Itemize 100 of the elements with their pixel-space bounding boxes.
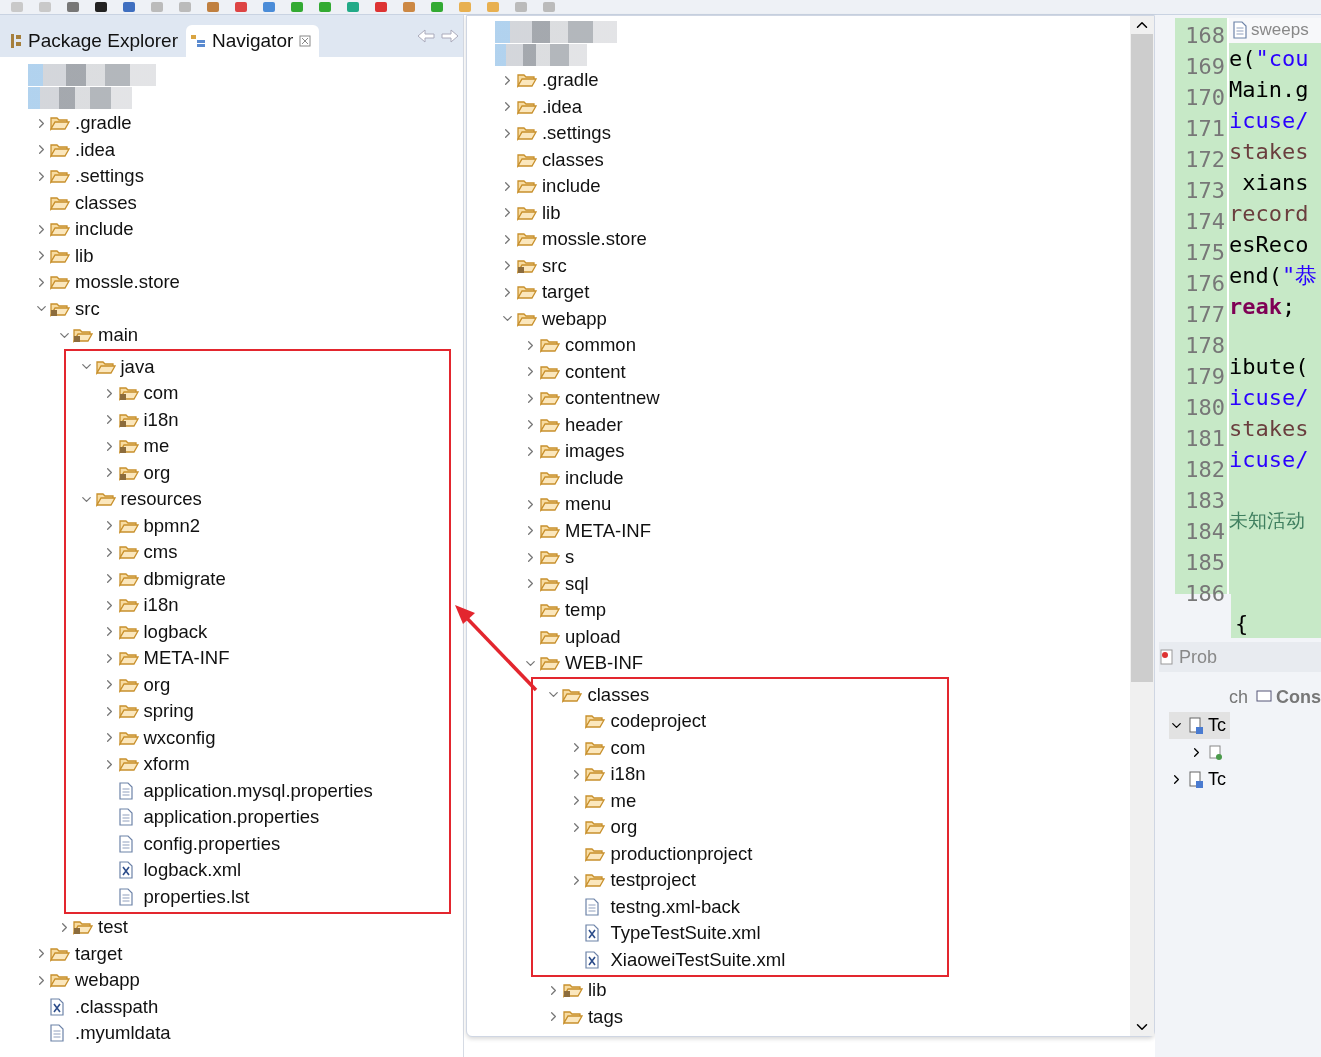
- tree-item[interactable]: properties.lst: [100, 883, 254, 910]
- tree-item[interactable]: xform: [100, 751, 194, 778]
- tree-item[interactable]: i18n: [567, 761, 650, 788]
- tree-item[interactable]: header: [522, 411, 627, 438]
- tree-item[interactable]: sql: [522, 570, 593, 597]
- tree-item[interactable]: src: [32, 295, 104, 322]
- tree-item[interactable]: spring: [100, 698, 198, 725]
- tree-item[interactable]: classes: [32, 189, 141, 216]
- tree-item[interactable]: java: [77, 353, 159, 380]
- file-icon: [118, 834, 133, 853]
- tree-item[interactable]: lib: [32, 242, 98, 269]
- tree-item[interactable]: i18n: [100, 406, 183, 433]
- tree-item[interactable]: .idea: [32, 136, 120, 163]
- tree-item[interactable]: application.mysql.properties: [100, 777, 377, 804]
- tree-item[interactable]: org: [100, 459, 175, 486]
- tree-item[interactable]: main: [55, 322, 143, 349]
- tree-item[interactable]: content: [522, 358, 630, 385]
- tree-item[interactable]: classes: [499, 146, 608, 173]
- tree-item[interactable]: lib: [545, 977, 611, 1004]
- tree-item[interactable]: i18n: [100, 592, 183, 619]
- tree-item[interactable]: org: [100, 671, 175, 698]
- code-line: esReco: [1229, 230, 1309, 259]
- tree-item[interactable]: codeproject: [567, 708, 711, 735]
- tree-item[interactable]: .settings: [499, 120, 615, 147]
- line-number: 174: [1184, 208, 1226, 236]
- tree-item[interactable]: mossle.store: [499, 226, 651, 253]
- tree-item[interactable]: logback: [100, 618, 212, 645]
- tree-item[interactable]: testproject: [567, 867, 700, 894]
- line-number: 186: [1184, 580, 1226, 608]
- source-folder-icon: [73, 919, 93, 936]
- tree-item[interactable]: org: [567, 814, 642, 841]
- tree-item[interactable]: me: [567, 787, 641, 814]
- view-tab[interactable]: Cons: [1256, 686, 1321, 708]
- tree-item[interactable]: TypeTestSuite.xml: [567, 920, 765, 947]
- tree-item[interactable]: upload: [522, 623, 625, 650]
- test-suite-icon: [1188, 716, 1204, 735]
- view-tab[interactable]: ch: [1229, 686, 1248, 708]
- tree-item[interactable]: .idea: [499, 93, 587, 120]
- tree-item[interactable]: include: [522, 464, 628, 491]
- tree-item[interactable]: contentnew: [522, 385, 664, 412]
- tree-item[interactable]: .myumldata: [32, 1020, 175, 1047]
- folder-icon: [585, 845, 606, 862]
- tree-item[interactable]: .settings: [32, 163, 148, 190]
- tree-item[interactable]: testng.xml-back: [567, 893, 745, 920]
- folder-icon: [50, 945, 70, 962]
- tree-item[interactable]: classes: [544, 681, 654, 708]
- close-icon[interactable]: [299, 35, 312, 47]
- folder-icon: [517, 178, 537, 195]
- tree-item[interactable]: wxconfig: [100, 724, 220, 751]
- line-number: 178: [1184, 332, 1226, 360]
- tree-item[interactable]: .gradle: [499, 67, 603, 94]
- tree-item[interactable]: menu: [522, 491, 616, 518]
- tree-item[interactable]: cms: [100, 539, 182, 566]
- folder-icon: [50, 221, 70, 238]
- file-icon: [118, 887, 133, 906]
- xml-file-icon: [585, 924, 600, 943]
- tree-item[interactable]: webapp: [32, 967, 144, 994]
- tree-item[interactable]: images: [522, 438, 629, 465]
- tree-item[interactable]: bpmn2: [100, 512, 205, 539]
- tree-item[interactable]: src: [499, 252, 571, 279]
- tree-item[interactable]: com: [100, 380, 183, 407]
- code-line: icuse/: [1229, 383, 1309, 412]
- tree-item[interactable]: me: [100, 433, 174, 460]
- line-number: 181: [1184, 425, 1226, 453]
- tree-item[interactable]: target: [499, 279, 594, 306]
- tree-item[interactable]: Tc: [1169, 712, 1230, 739]
- test-icon: [1208, 743, 1224, 762]
- tree-item[interactable]: Tc: [1169, 766, 1230, 793]
- view-tab[interactable]: Navigator: [185, 25, 320, 57]
- tree-item[interactable]: productionproject: [567, 840, 757, 867]
- code-line: Main.g: [1229, 75, 1309, 104]
- toolbar-icon[interactable]: [94, 1, 108, 13]
- tree-item[interactable]: resources: [77, 486, 206, 513]
- tree-item[interactable]: mossle.store: [32, 269, 184, 296]
- tree-item[interactable]: dbmigrate: [100, 565, 230, 592]
- tree-item[interactable]: META-INF: [522, 517, 655, 544]
- tree-item[interactable]: .classpath: [32, 993, 163, 1020]
- tree-item[interactable]: include: [499, 173, 605, 200]
- tree-item[interactable]: logback.xml: [100, 857, 246, 884]
- tree-item[interactable]: common: [522, 332, 640, 359]
- tree-item[interactable]: test: [55, 914, 132, 941]
- tree-item[interactable]: application.properties: [100, 804, 324, 831]
- tree-item[interactable]: target: [32, 940, 127, 967]
- folder-icon: [50, 194, 70, 211]
- tree-item[interactable]: META-INF: [100, 645, 234, 672]
- tree-item[interactable]: XiaoweiTestSuite.xml: [567, 946, 790, 973]
- tree-item[interactable]: config.properties: [100, 830, 285, 857]
- tree-item[interactable]: tags: [545, 1003, 627, 1030]
- tree-item[interactable]: .gradle: [32, 110, 136, 137]
- tree-item[interactable]: com: [567, 734, 650, 761]
- tree-item[interactable]: s: [522, 544, 579, 571]
- view-tab[interactable]: Package Explorer: [6, 25, 186, 57]
- tree-item[interactable]: include: [32, 216, 138, 243]
- folder-icon: [540, 655, 560, 672]
- tree-item[interactable]: lib: [499, 199, 565, 226]
- tree-item[interactable]: webapp: [499, 305, 611, 332]
- tree-item[interactable]: temp: [522, 597, 611, 624]
- scrollbar-thumb[interactable]: [1131, 34, 1153, 682]
- folder-icon: [540, 443, 560, 460]
- tree-item[interactable]: WEB-INF: [522, 650, 648, 677]
